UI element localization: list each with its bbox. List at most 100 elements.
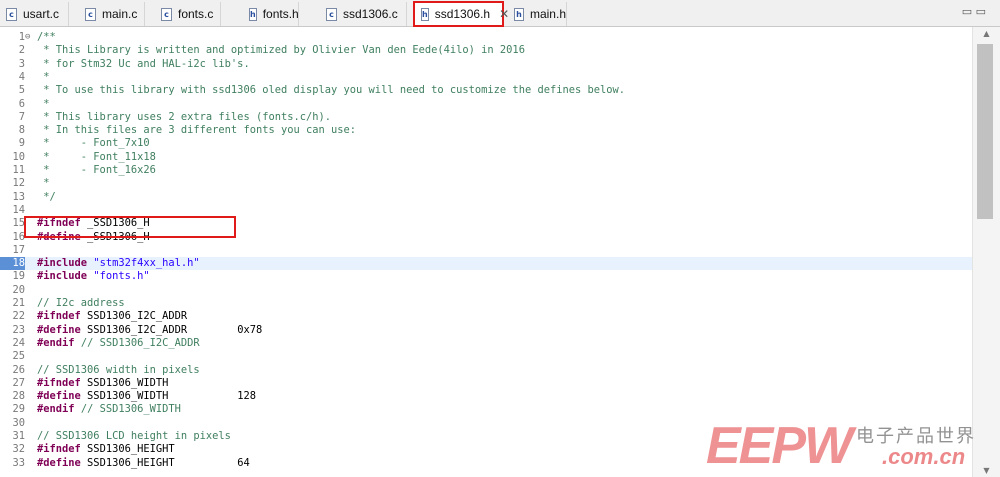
line-number: 13 xyxy=(12,190,25,203)
code-text: #include "fonts.h" xyxy=(37,270,150,283)
line-number: 10 xyxy=(12,150,25,163)
tab-label: main.h xyxy=(529,7,566,21)
line-number: 12 xyxy=(12,177,25,190)
c-file-icon: c xyxy=(6,7,17,21)
scroll-down-arrow-icon[interactable]: ▼ xyxy=(973,466,1000,475)
code-line[interactable]: 8 * In this files are 3 different fonts … xyxy=(0,124,972,137)
line-number: 33 xyxy=(12,456,25,469)
tab-overflow-controls[interactable]: ▭ ▭ xyxy=(962,5,986,18)
code-text: // SSD1306 LCD height in pixels xyxy=(37,430,231,442)
code-text: * xyxy=(37,97,50,110)
c-file-icon: c xyxy=(326,7,337,21)
fold-icon[interactable]: ⊖ xyxy=(25,31,35,44)
line-number: 8 xyxy=(18,124,25,137)
code-text: #define SSD1306_WIDTH 128 xyxy=(37,390,256,403)
code-line[interactable]: 9 * - Font_7x10 xyxy=(0,137,972,150)
h-file-icon: h xyxy=(249,7,257,21)
code-line[interactable]: 24 #endif // SSD1306_I2C_ADDR xyxy=(0,337,972,350)
tab-main-c[interactable]: c main.c xyxy=(79,2,145,26)
tab-main-h[interactable]: h main.h xyxy=(508,2,567,26)
code-text: // I2c address xyxy=(37,297,125,309)
code-text: #include "stm32f4xx_hal.h" xyxy=(37,257,200,270)
code-line[interactable]: 33 #define SSD1306_HEIGHT 64 xyxy=(0,457,972,470)
line-number: 28 xyxy=(12,390,25,403)
line-number: 4 xyxy=(18,70,25,83)
c-file-icon: c xyxy=(161,7,172,21)
code-line[interactable]: 4 * xyxy=(0,71,972,84)
vertical-scrollbar[interactable]: ▲ ▼ xyxy=(972,27,1000,477)
code-text: #define SSD1306_HEIGHT 64 xyxy=(37,456,250,469)
code-line[interactable]: 10 * - Font_11x18 xyxy=(0,151,972,164)
code-line[interactable]: 13 */ xyxy=(0,191,972,204)
code-text: * - Font_11x18 xyxy=(37,150,156,163)
tab-label: usart.c xyxy=(23,7,60,21)
line-number: 25 xyxy=(12,350,25,363)
code-text: * This Library is written and optimized … xyxy=(37,44,525,57)
line-number: 32 xyxy=(12,443,25,456)
h-file-icon: h xyxy=(421,7,429,21)
code-line[interactable]: 31 // SSD1306 LCD height in pixels xyxy=(0,430,972,443)
code-line[interactable]: 26 // SSD1306 width in pixels xyxy=(0,364,972,377)
c-file-icon: c xyxy=(85,7,96,21)
code-line[interactable]: 6 * xyxy=(0,98,972,111)
code-line[interactable]: 17 xyxy=(0,244,972,257)
code-line[interactable]: 2 * This Library is written and optimize… xyxy=(0,44,972,57)
tab-label: fonts.h xyxy=(262,7,299,21)
code-line[interactable]: 28 #define SSD1306_WIDTH 128 xyxy=(0,390,972,403)
tab-fonts-c[interactable]: c fonts.c xyxy=(155,2,221,26)
line-number: 31 xyxy=(12,430,25,442)
line-number: 5 xyxy=(18,84,25,97)
line-number: 2 xyxy=(18,44,25,57)
tab-usart-c[interactable]: c usart.c xyxy=(0,2,69,26)
code-editor[interactable]: 1 ⊖/** 2 * This Library is written and opt… xyxy=(0,27,972,477)
code-text: // SSD1306 width in pixels xyxy=(37,363,200,376)
line-number: 21 xyxy=(12,297,25,309)
code-text: * This library uses 2 extra files (fonts… xyxy=(37,110,332,123)
code-line[interactable]: 25 xyxy=(0,350,972,363)
code-text: /** xyxy=(37,31,56,43)
scroll-up-arrow-icon[interactable]: ▲ xyxy=(973,29,1000,38)
line-number: 30 xyxy=(12,416,25,429)
code-text: * - Font_16x26 xyxy=(37,164,156,176)
line-number: 29 xyxy=(12,403,25,416)
code-line[interactable]: 12 * xyxy=(0,177,972,190)
code-line[interactable]: 5 * To use this library with ssd1306 ole… xyxy=(0,84,972,97)
code-line[interactable]: 30 xyxy=(0,417,972,430)
tab-label: main.c xyxy=(102,7,138,21)
code-line[interactable]: 11 * - Font_16x26 xyxy=(0,164,972,177)
code-text: * for Stm32 Uc and HAL-i2c lib's. xyxy=(37,57,250,70)
tab-fonts-h[interactable]: h fonts.h xyxy=(243,2,299,26)
code-line[interactable]: 20 xyxy=(0,284,972,297)
line-number: 11 xyxy=(12,164,25,176)
code-line[interactable]: 32 #ifndef SSD1306_HEIGHT xyxy=(0,443,972,456)
code-line[interactable]: 3 * for Stm32 Uc and HAL-i2c lib's. xyxy=(0,58,972,71)
line-number: 23 xyxy=(12,323,25,336)
code-text: * In this files are 3 different fonts yo… xyxy=(37,124,357,137)
code-line[interactable]: 22 #ifndef SSD1306_I2C_ADDR xyxy=(0,310,972,323)
code-line[interactable]: 21 // I2c address xyxy=(0,297,972,310)
code-line[interactable]: 23 #define SSD1306_I2C_ADDR 0x78 xyxy=(0,324,972,337)
tab-ssd1306-h[interactable]: h ssd1306.h ✕ xyxy=(413,1,509,27)
code-line[interactable]: 29 #endif // SSD1306_WIDTH xyxy=(0,403,972,416)
include-highlight-box xyxy=(24,216,236,238)
line-number: 15 xyxy=(12,217,25,230)
h-file-icon: h xyxy=(514,7,524,21)
tab-label: ssd1306.h xyxy=(434,7,491,21)
line-number: 26 xyxy=(12,363,25,376)
code-text: #endif // SSD1306_WIDTH xyxy=(37,403,181,416)
line-number: 7 xyxy=(18,110,25,123)
code-line[interactable]: 7 * This library uses 2 extra files (fon… xyxy=(0,111,972,124)
code-line[interactable]: 27 #ifndef SSD1306_WIDTH xyxy=(0,377,972,390)
line-number: 19 xyxy=(12,270,25,283)
code-line[interactable]: 18 #include "stm32f4xx_hal.h" xyxy=(0,257,972,271)
editor-tab-bar: c usart.c c main.c c fonts.c h fonts.h c ssd1306.… xyxy=(0,0,1000,27)
code-text: * - Font_7x10 xyxy=(37,137,150,150)
code-line[interactable]: 1 ⊖/** xyxy=(0,31,972,44)
line-number: 9 xyxy=(18,137,25,150)
tab-label: fonts.c xyxy=(178,7,214,21)
scrollbar-thumb[interactable] xyxy=(977,44,993,219)
tab-ssd1306-c[interactable]: c ssd1306.c xyxy=(320,2,407,26)
line-number: 6 xyxy=(18,97,25,110)
code-line[interactable]: 19 #include "fonts.h" xyxy=(0,270,972,283)
code-text: #ifndef SSD1306_HEIGHT xyxy=(37,443,175,456)
